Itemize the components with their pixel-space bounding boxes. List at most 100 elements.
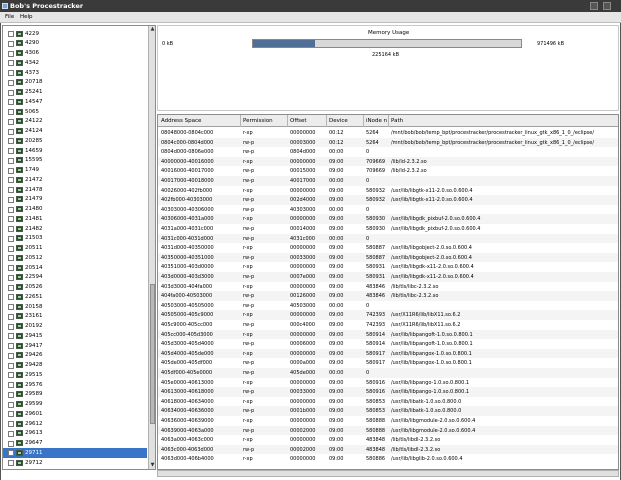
process-list-item[interactable]: 29599 bbox=[3, 400, 147, 410]
expand-checkbox[interactable] bbox=[8, 352, 14, 359]
process-list-item[interactable]: 22651 bbox=[3, 292, 147, 302]
table-row[interactable]: 405df000-405e0000 rw-p 405de000 00:00 0 bbox=[158, 368, 618, 378]
column-header[interactable]: Address Space bbox=[159, 115, 241, 127]
process-list-item[interactable]: 20511 bbox=[3, 244, 147, 254]
expand-checkbox[interactable] bbox=[8, 177, 14, 184]
expand-checkbox[interactable] bbox=[8, 274, 14, 281]
table-row[interactable]: 40639000-4063a000 rw-p 00002000 09:00 580888… bbox=[158, 425, 618, 436]
expand-checkbox[interactable] bbox=[8, 109, 14, 115]
process-list-item[interactable]: 29712 bbox=[3, 458, 147, 468]
expand-checkbox[interactable] bbox=[8, 79, 14, 86]
table-row[interactable]: 40634000-40636000 rw-p 0001b000 09:00 580853… bbox=[158, 406, 618, 416]
expand-checkbox[interactable] bbox=[8, 138, 14, 145]
process-list-item[interactable]: 4306 bbox=[3, 49, 147, 59]
process-list-item[interactable]: 29417 bbox=[3, 341, 147, 351]
column-header[interactable]: iNode n bbox=[364, 115, 389, 127]
process-list-item[interactable]: 29613 bbox=[3, 429, 147, 439]
expand-checkbox[interactable] bbox=[8, 245, 14, 252]
process-list-item[interactable]: 29426 bbox=[3, 351, 147, 361]
table-row[interactable]: 0804d000-0806e000 rw-p 0804d000 00:00 0 bbox=[158, 147, 618, 157]
process-list-item[interactable]: 23161 bbox=[3, 312, 147, 322]
expand-checkbox[interactable] bbox=[8, 313, 14, 320]
table-row[interactable]: 40306000-4031a000 r-xp 00000000 09:00 580930… bbox=[158, 214, 618, 224]
process-list-item[interactable]: 20526 bbox=[3, 283, 147, 293]
process-list-scrollbar[interactable]: ▲ ▼ bbox=[148, 26, 155, 469]
process-list-item[interactable]: 29612 bbox=[3, 419, 147, 429]
table-row[interactable]: 40351000-403d0000 r-xp 00000000 09:00 580931… bbox=[158, 262, 618, 272]
table-row[interactable]: 40613000-40618000 rw-p 00033000 09:00 580916… bbox=[158, 387, 618, 397]
expand-checkbox[interactable] bbox=[8, 401, 14, 408]
process-list-scroll-thumb[interactable] bbox=[150, 284, 155, 424]
table-row[interactable]: 40350000-40351000 rw-p 00033000 09:00 580887… bbox=[158, 252, 618, 263]
process-list-item[interactable]: 29415 bbox=[3, 331, 147, 341]
process-list-item[interactable]: 21482 bbox=[3, 224, 147, 234]
process-list-item[interactable]: 14659 bbox=[3, 146, 147, 156]
table-row[interactable]: 40303000-40306000 rw-p 40303000 00:00 0 bbox=[158, 205, 618, 215]
process-list-item[interactable]: 24122 bbox=[3, 117, 147, 127]
table-row[interactable]: 40636000-40639000 r-xp 00000000 09:00 580888… bbox=[158, 416, 618, 426]
table-row[interactable]: 4031a000-4031c000 rw-p 00014000 09:00 580930… bbox=[158, 224, 618, 234]
expand-checkbox[interactable] bbox=[8, 294, 14, 301]
column-header[interactable]: Path bbox=[389, 115, 618, 127]
expand-checkbox[interactable] bbox=[8, 99, 14, 106]
expand-checkbox[interactable] bbox=[8, 216, 14, 223]
table-row[interactable]: 4063d000-406b4000 r-xp 00000000 09:00 580886… bbox=[158, 454, 618, 464]
process-list-item[interactable]: 24124 bbox=[3, 127, 147, 137]
expand-checkbox[interactable] bbox=[8, 440, 14, 447]
table-row[interactable]: 08048000-0804c000 r-xp 00000000 00:12 5264/m… bbox=[158, 128, 618, 138]
process-list-item[interactable]: 4290 bbox=[3, 39, 147, 49]
table-row[interactable]: 40026000-402fb000 r-xp 00000000 09:00 580932… bbox=[158, 186, 618, 196]
table-row[interactable]: 40016000-40017000 rw-p 00015000 09:00 709669… bbox=[158, 166, 618, 176]
table-row[interactable]: 403d3000-404fa000 r-xp 00000000 09:00 483846… bbox=[158, 282, 618, 292]
table-row[interactable]: 0804c000-0804d000 rw-p 00003000 00:12 5264/m… bbox=[158, 137, 618, 148]
expand-checkbox[interactable] bbox=[8, 148, 14, 154]
menu-file[interactable]: File bbox=[5, 14, 14, 20]
expand-checkbox[interactable] bbox=[8, 50, 14, 57]
expand-checkbox[interactable] bbox=[8, 70, 14, 76]
table-horizontal-scrollbar[interactable] bbox=[157, 470, 619, 477]
column-header[interactable]: Permission bbox=[241, 115, 288, 127]
memory-map-table[interactable]: Address Space Permission Offset Device iNode… bbox=[157, 114, 619, 470]
expand-checkbox[interactable] bbox=[8, 206, 14, 213]
expand-checkbox[interactable] bbox=[8, 284, 14, 291]
close-button[interactable] bbox=[603, 2, 611, 10]
menu-help[interactable]: Help bbox=[20, 14, 33, 20]
expand-checkbox[interactable] bbox=[8, 343, 14, 349]
table-row[interactable]: 4031d000-40350000 r-xp 00000000 09:00 580887… bbox=[158, 243, 618, 253]
expand-checkbox[interactable] bbox=[8, 430, 14, 437]
process-list-item[interactable]: 25241 bbox=[3, 88, 147, 98]
table-row[interactable]: 4063a000-4063c000 r-xp 00000000 09:00 483848… bbox=[158, 435, 618, 445]
expand-checkbox[interactable] bbox=[8, 226, 14, 232]
expand-checkbox[interactable] bbox=[8, 235, 14, 242]
process-list-item[interactable]: 4229 bbox=[3, 29, 147, 39]
process-list-item[interactable]: 29601 bbox=[3, 409, 147, 419]
process-list-item[interactable]: 1749 bbox=[3, 166, 147, 176]
process-list-item[interactable]: 21478 bbox=[3, 185, 147, 195]
table-row[interactable]: 40000000-40016000 r-xp 00000000 09:00 709669… bbox=[158, 156, 618, 167]
column-header[interactable]: Offset bbox=[288, 115, 327, 127]
expand-checkbox[interactable] bbox=[8, 372, 14, 379]
process-list-item[interactable]: 4373 bbox=[3, 68, 147, 78]
process-list-item[interactable]: 21480 bbox=[3, 205, 147, 215]
expand-checkbox[interactable] bbox=[8, 333, 14, 340]
table-row[interactable]: 405d4000-405de000 r-xp 00000000 09:00 580917… bbox=[158, 348, 618, 359]
table-row[interactable]: 40017000-40018000 rw-p 40017000 00:00 0 bbox=[158, 176, 618, 186]
expand-checkbox[interactable] bbox=[8, 391, 14, 398]
expand-checkbox[interactable] bbox=[8, 382, 14, 388]
process-list-item[interactable]: 21503 bbox=[3, 234, 147, 244]
expand-checkbox[interactable] bbox=[8, 167, 14, 174]
process-list-item[interactable]: 29589 bbox=[3, 390, 147, 400]
expand-checkbox[interactable] bbox=[8, 460, 14, 466]
expand-checkbox[interactable] bbox=[8, 421, 14, 427]
process-list-item[interactable]: 14547 bbox=[3, 97, 147, 107]
title-bar[interactable]: Bob's Procestracker bbox=[0, 0, 621, 12]
table-row[interactable]: 4031c000-4031d000 rw-p 4031c000 00:00 0 bbox=[158, 233, 618, 244]
table-row[interactable]: 4063c000-4063d000 rw-p 00002000 09:00 483848… bbox=[158, 444, 618, 455]
process-list-item[interactable]: 22594 bbox=[3, 273, 147, 283]
expand-checkbox[interactable] bbox=[8, 118, 14, 125]
expand-checkbox[interactable] bbox=[8, 304, 14, 310]
process-list-item[interactable]: 5065 bbox=[3, 107, 147, 117]
process-list-item[interactable]: 21481 bbox=[3, 214, 147, 224]
expand-checkbox[interactable] bbox=[8, 157, 14, 164]
expand-checkbox[interactable] bbox=[8, 450, 14, 457]
